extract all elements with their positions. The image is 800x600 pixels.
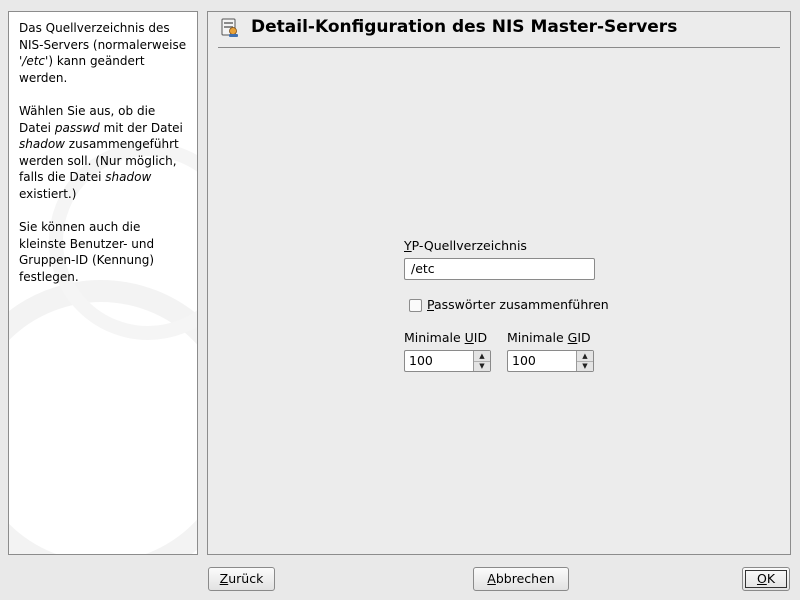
- ok-button[interactable]: OK: [742, 567, 790, 591]
- spin-down-icon[interactable]: ▼: [474, 361, 490, 371]
- min-gid-spinbox[interactable]: 100 ▲ ▼: [507, 350, 594, 372]
- min-uid-spinbox[interactable]: 100 ▲ ▼: [404, 350, 491, 372]
- spin-down-icon[interactable]: ▼: [577, 361, 593, 371]
- help-panel: Das Quellverzeichnis des NIS-Servers (no…: [8, 11, 198, 555]
- min-uid-spin-buttons[interactable]: ▲ ▼: [473, 351, 490, 371]
- help-paragraph-source-dir: Das Quellverzeichnis des NIS-Servers (no…: [19, 21, 187, 85]
- source-dir-label: YP-Quellverzeichnis: [404, 238, 527, 253]
- watermark-logo: [9, 280, 197, 554]
- title-divider: [218, 47, 780, 48]
- server-config-icon: [221, 18, 238, 37]
- source-dir-input[interactable]: /etc: [404, 258, 595, 280]
- back-button[interactable]: Zurück: [208, 567, 275, 591]
- min-gid-spin-buttons[interactable]: ▲ ▼: [576, 351, 593, 371]
- merge-passwords-checkbox[interactable]: [409, 299, 422, 312]
- min-uid-value: 100: [409, 353, 433, 368]
- page-title: Detail-Konfiguration des NIS Master-Serv…: [251, 17, 678, 37]
- main-panel: Detail-Konfiguration des NIS Master-Serv…: [207, 11, 791, 555]
- help-paragraph-merge: Wählen Sie aus, ob die Datei passwd mit …: [19, 104, 183, 201]
- min-gid-label: Minimale GID: [507, 330, 591, 345]
- cancel-button[interactable]: Abbrechen: [473, 567, 569, 591]
- help-paragraph-ids: Sie können auch die kleinste Benutzer- u…: [19, 220, 155, 284]
- min-gid-value: 100: [512, 353, 536, 368]
- merge-passwords-label[interactable]: Passwörter zusammenführen: [427, 297, 609, 313]
- min-uid-label: Minimale UID: [404, 330, 488, 345]
